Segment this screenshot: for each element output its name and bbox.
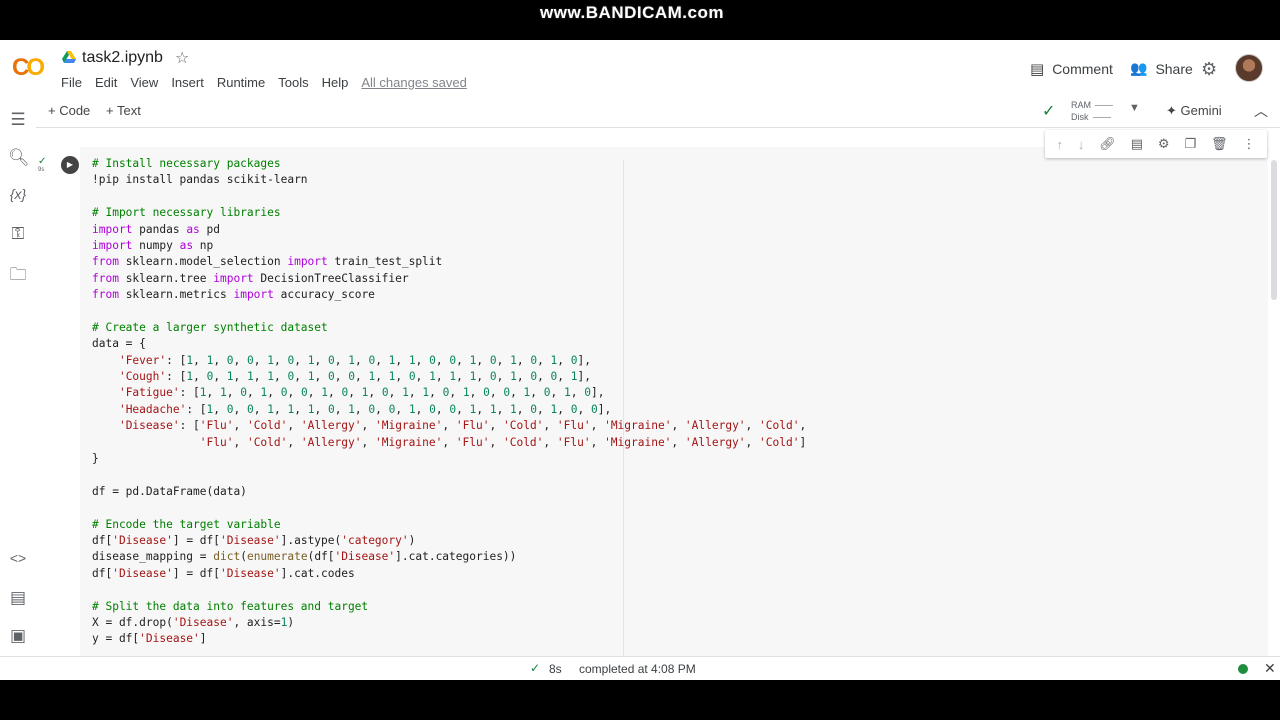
link-icon[interactable]: 🔗︎ (1099, 136, 1116, 152)
code-line: data = { (92, 337, 146, 351)
header: CO task2.ipynb ☆ File Edit View Insert R… (0, 40, 1280, 96)
comment-button[interactable]: ▤ Comment (1030, 60, 1113, 78)
code-line: 'Fatigue': [1, 1, 0, 1, 0, 0, 1, 0, 1, 0… (118, 386, 605, 400)
notebook-title[interactable]: task2.ipynb (82, 49, 163, 67)
terminal-icon[interactable]: ▣ (8, 626, 28, 646)
comment-label: Comment (1052, 61, 1113, 77)
code-line: from sklearn.model_selection import trai… (92, 255, 443, 269)
menu-edit[interactable]: Edit (95, 75, 117, 90)
notebook-toolbar: + Code + Text ✓ RAM Disk ▼ ✦ Gemini ︿ (36, 96, 1280, 128)
chevron-up-icon[interactable]: ︿ (1254, 101, 1268, 121)
code-line: df['Disease'] = df['Disease'].cat.codes (92, 566, 355, 580)
code-line: # Create a larger synthetic dataset (92, 320, 328, 334)
move-up-icon[interactable]: ↑ (1056, 137, 1063, 152)
add-code-button[interactable]: + Code (48, 103, 90, 118)
code-line: # Install necessary packages (92, 157, 281, 170)
connection-status-dot (1238, 664, 1248, 674)
exec-time: 9s (38, 167, 45, 173)
google-drive-icon (62, 51, 76, 63)
colab-logo[interactable]: CO (12, 54, 45, 82)
ram-label: RAM (1071, 100, 1091, 110)
mirror-cell-icon[interactable]: ❐ (1184, 136, 1196, 152)
move-down-icon[interactable]: ↓ (1078, 137, 1085, 152)
code-line: df['Disease'] = df['Disease'].astype('ca… (92, 533, 416, 547)
ram-usage-bar (1095, 105, 1113, 107)
share-people-icon: 👥 (1130, 60, 1148, 76)
command-palette-icon[interactable]: ▤ (8, 588, 28, 608)
status-check-icon: ✓ (530, 661, 541, 675)
cell-toolbar: ↑ ↓ 🔗︎ ▤ ⚙ ❐ 🗑︎ ⋮ (1045, 130, 1267, 158)
colab-window: CO task2.ipynb ☆ File Edit View Insert R… (0, 40, 1280, 680)
share-label: Share (1155, 60, 1193, 77)
code-line: # Encode the target variable (92, 517, 281, 531)
code-line: import numpy as np (92, 238, 214, 252)
status-bar: ✓ 8s completed at 4:08 PM ✕ (0, 656, 1280, 680)
settings-gear-icon[interactable]: ⚙ (1201, 59, 1217, 80)
code-line: y = df['Disease'] (92, 632, 207, 646)
recording-watermark: www.BANDICAM.com (540, 3, 724, 22)
code-line: 'Disease': ['Flu', 'Cold', 'Allergy', 'M… (118, 419, 807, 433)
add-text-button[interactable]: + Text (106, 103, 141, 118)
gemini-button[interactable]: ✦ Gemini (1166, 103, 1222, 119)
menu-tools[interactable]: Tools (278, 75, 308, 90)
code-line: !pip install pandas scikit-learn (92, 173, 308, 187)
share-button[interactable]: 👥 Share (1130, 60, 1193, 77)
variables-icon[interactable]: {x} (8, 186, 28, 202)
code-line: # Import necessary libraries (92, 206, 281, 220)
secrets-key-icon[interactable]: ⚿ (8, 224, 28, 244)
code-line: df = pd.DataFrame(data) (92, 484, 247, 498)
code-line: from sklearn.metrics import accuracy_sco… (92, 288, 375, 302)
save-status-link[interactable]: All changes saved (361, 75, 467, 90)
cell-settings-gear-icon[interactable]: ⚙ (1158, 136, 1170, 152)
code-line: 'Cough': [1, 0, 1, 1, 1, 0, 1, 0, 0, 1, … (118, 370, 592, 384)
close-icon[interactable]: ✕ (1264, 660, 1276, 677)
code-line: import pandas as pd (92, 222, 221, 236)
more-options-icon[interactable]: ⋮ (1242, 136, 1255, 152)
resource-monitor[interactable]: RAM Disk (1071, 99, 1113, 123)
code-line: # Split the data into features and targe… (92, 599, 369, 613)
code-line: } (92, 452, 99, 466)
scrollbar[interactable] (1271, 160, 1277, 300)
code-editor[interactable]: # Install necessary packages !pip install… (92, 156, 806, 648)
connected-check-icon: ✓ (1042, 103, 1056, 120)
run-cell-button[interactable]: ▶ (61, 156, 79, 174)
menu-insert[interactable]: Insert (171, 75, 204, 90)
menu-runtime[interactable]: Runtime (217, 75, 265, 90)
left-sidebar: ☰ 🔍︎ {x} ⚿ 🗀 <> ▤ ▣ (0, 96, 36, 656)
comment-cell-icon[interactable]: ▤ (1131, 136, 1143, 152)
gemini-label: Gemini (1180, 103, 1222, 118)
code-line: 'Flu', 'Cold', 'Allergy', 'Migraine', 'F… (199, 435, 807, 449)
menu-bar: File Edit View Insert Runtime Tools Help… (61, 75, 480, 90)
disk-usage-bar (1092, 117, 1111, 119)
run-status: ✓ 9s (38, 156, 47, 174)
code-snippets-icon[interactable]: <> (8, 550, 28, 566)
code-line: disease_mapping = dict(enumerate(df['Dis… (92, 550, 517, 564)
code-line: X = df.drop('Disease', axis=1) (92, 615, 295, 629)
code-line: 'Headache': [1, 0, 0, 1, 1, 1, 0, 1, 0, … (118, 402, 612, 416)
search-icon[interactable]: 🔍︎ (8, 148, 30, 168)
menu-view[interactable]: View (130, 75, 158, 90)
disk-label: Disk (1071, 112, 1089, 122)
code-line: 'Fever': [1, 1, 0, 0, 1, 0, 1, 0, 1, 0, … (118, 353, 592, 367)
star-icon[interactable]: ☆ (175, 48, 189, 68)
delete-trash-icon[interactable]: 🗑︎ (1211, 136, 1228, 152)
user-avatar[interactable] (1235, 54, 1263, 82)
files-folder-icon[interactable]: 🗀 (8, 262, 28, 291)
table-of-contents-icon[interactable]: ☰ (8, 110, 28, 130)
execution-status-text: completed at 4:08 PM (579, 662, 696, 676)
execution-duration: 8s (549, 662, 562, 676)
comment-icon: ▤ (1030, 61, 1045, 78)
menu-file[interactable]: File (61, 75, 82, 90)
menu-help[interactable]: Help (322, 75, 349, 90)
chevron-down-icon[interactable]: ▼ (1129, 102, 1140, 114)
code-line: from sklearn.tree import DecisionTreeCla… (92, 271, 409, 285)
